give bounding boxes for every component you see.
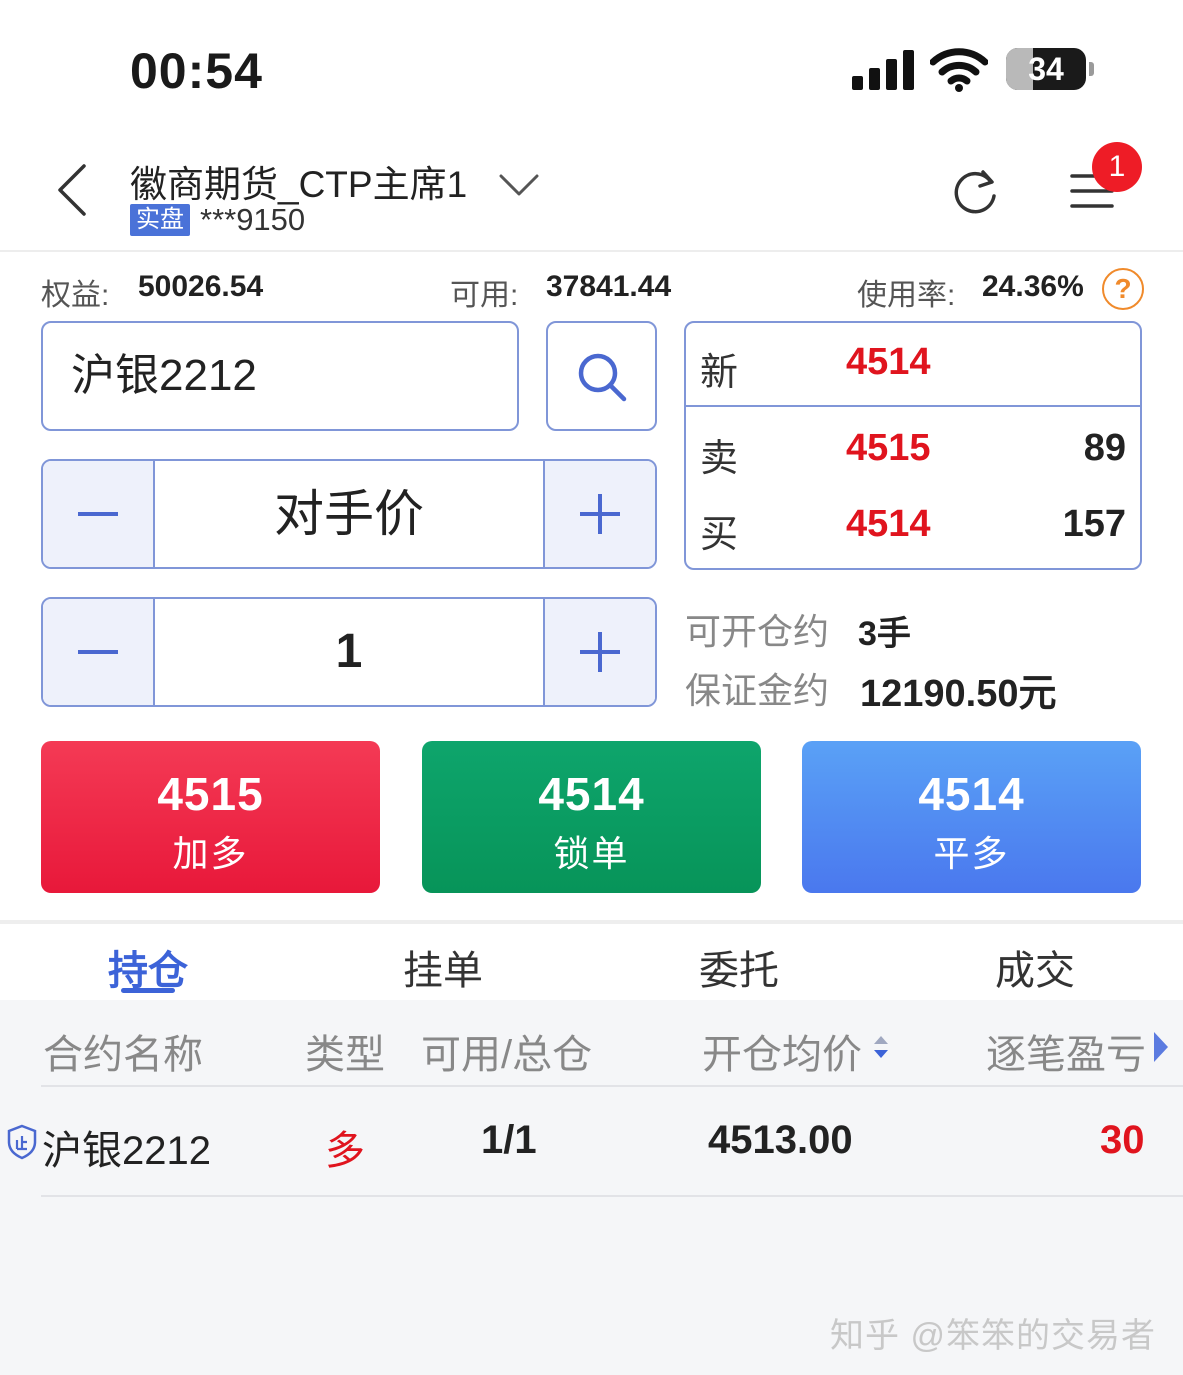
- lock-order-label: 锁单: [553, 833, 630, 874]
- lock-order-price: 4514: [538, 768, 645, 820]
- row-avg-price: 4513.00: [708, 1118, 853, 1162]
- row-contract[interactable]: 沪银2212: [42, 1118, 211, 1176]
- account-id: ***9150: [200, 202, 306, 237]
- cellular-signal-icon: [852, 50, 914, 90]
- row-type: 多: [325, 1129, 365, 1173]
- app-header: 徽商期货_CTP主席1 实盘 ***9150 1: [0, 130, 1183, 252]
- battery-tip: [1089, 62, 1094, 76]
- openable-value: 3手: [858, 615, 911, 653]
- minus-icon: [78, 512, 118, 516]
- search-icon: [578, 353, 627, 402]
- close-long-button[interactable]: 4514 平多: [802, 741, 1141, 893]
- sort-icon[interactable]: [871, 1033, 891, 1061]
- column-header-type[interactable]: 类型: [305, 1022, 385, 1080]
- tab-pending[interactable]: 挂单: [403, 938, 483, 996]
- plus-icon: [598, 494, 602, 534]
- margin-label: 保证金约: [685, 670, 830, 711]
- last-price[interactable]: 4514: [846, 341, 931, 384]
- column-header-pnl[interactable]: 逐笔盈亏: [986, 1022, 1146, 1080]
- watermark: 知乎 @笨笨的交易者: [830, 1317, 1156, 1355]
- add-long-price: 4515: [157, 768, 264, 820]
- price-type-value[interactable]: 对手价: [153, 461, 545, 567]
- lock-order-button[interactable]: 4514 锁单: [422, 741, 761, 893]
- bid-label: 买: [700, 514, 739, 556]
- scroll-right-icon[interactable]: [1152, 1030, 1170, 1064]
- price-decrement-button[interactable]: [43, 461, 155, 567]
- bid-volume: 157: [1062, 503, 1126, 545]
- row-available-total: 1/1: [481, 1118, 537, 1162]
- column-header-avg-price[interactable]: 开仓均价: [702, 1022, 862, 1080]
- usage-value: 24.36%: [982, 270, 1084, 303]
- quantity-stepper: 1: [41, 597, 657, 707]
- equity-label: 权益:: [41, 279, 110, 312]
- search-button[interactable]: [546, 321, 657, 431]
- battery-icon: 34: [1006, 48, 1086, 90]
- quantity-value[interactable]: 1: [153, 599, 545, 705]
- ask-volume: 89: [1083, 427, 1126, 469]
- quote-divider: [686, 405, 1140, 407]
- close-long-label: 平多: [933, 833, 1010, 874]
- status-time: 00:54: [130, 43, 263, 99]
- price-increment-button[interactable]: [543, 461, 655, 567]
- help-icon[interactable]: ?: [1102, 268, 1144, 310]
- account-summary: 权益: 50026.54 可用: 37841.44 使用率: 24.36% ?: [0, 262, 1183, 312]
- available-label: 可用:: [450, 279, 519, 312]
- active-tab-indicator: [121, 988, 175, 993]
- column-header-available-total[interactable]: 可用/总仓: [421, 1022, 592, 1080]
- quantity-decrement-button[interactable]: [43, 599, 155, 705]
- usage-label: 使用率:: [857, 279, 956, 312]
- order-tabs: 持仓 挂单 委托 成交: [0, 924, 1183, 1000]
- add-long-button[interactable]: 4515 加多: [41, 741, 380, 893]
- row-pnl: 30: [1100, 1118, 1145, 1162]
- chevron-down-icon[interactable]: [497, 170, 541, 200]
- add-long-label: 加多: [172, 833, 249, 874]
- quantity-increment-button[interactable]: [543, 599, 655, 705]
- ask-price[interactable]: 4515: [846, 427, 931, 470]
- battery-percent: 34: [1028, 51, 1064, 87]
- openable-label: 可开仓约: [685, 611, 830, 652]
- row-divider: [41, 1195, 1183, 1197]
- trading-screen: 00:54 34 徽商期货_CTP主席1 实盘 ***9150 1 权益: 50…: [0, 0, 1183, 1375]
- plus-icon: [598, 632, 602, 672]
- tab-trades[interactable]: 成交: [995, 938, 1075, 996]
- header-divider: [41, 1085, 1183, 1087]
- tab-orders[interactable]: 委托: [699, 938, 779, 996]
- bid-price[interactable]: 4514: [846, 503, 931, 546]
- status-bar: 00:54 34: [0, 0, 1183, 130]
- minus-icon: [78, 650, 118, 654]
- quote-panel: 新 4514 卖 4515 89 买 4514 157: [684, 321, 1142, 570]
- last-price-label: 新: [700, 352, 739, 394]
- close-long-price: 4514: [918, 768, 1025, 820]
- wifi-icon: [930, 48, 988, 92]
- column-header-contract[interactable]: 合约名称: [43, 1022, 203, 1080]
- notification-badge[interactable]: 1: [1092, 142, 1142, 192]
- account-type-badge: 实盘: [130, 204, 190, 236]
- back-arrow-icon[interactable]: [50, 160, 100, 220]
- margin-value: 12190.50元: [860, 673, 1057, 715]
- available-value: 37841.44: [546, 270, 672, 303]
- refresh-icon[interactable]: [950, 166, 1000, 216]
- equity-value: 50026.54: [138, 270, 264, 303]
- ask-label: 卖: [700, 438, 739, 480]
- price-type-stepper: 对手价: [41, 459, 657, 569]
- shield-icon: [7, 1124, 37, 1160]
- account-name[interactable]: 徽商期货_CTP主席1: [130, 154, 467, 208]
- contract-input[interactable]: 沪银2212: [41, 321, 519, 431]
